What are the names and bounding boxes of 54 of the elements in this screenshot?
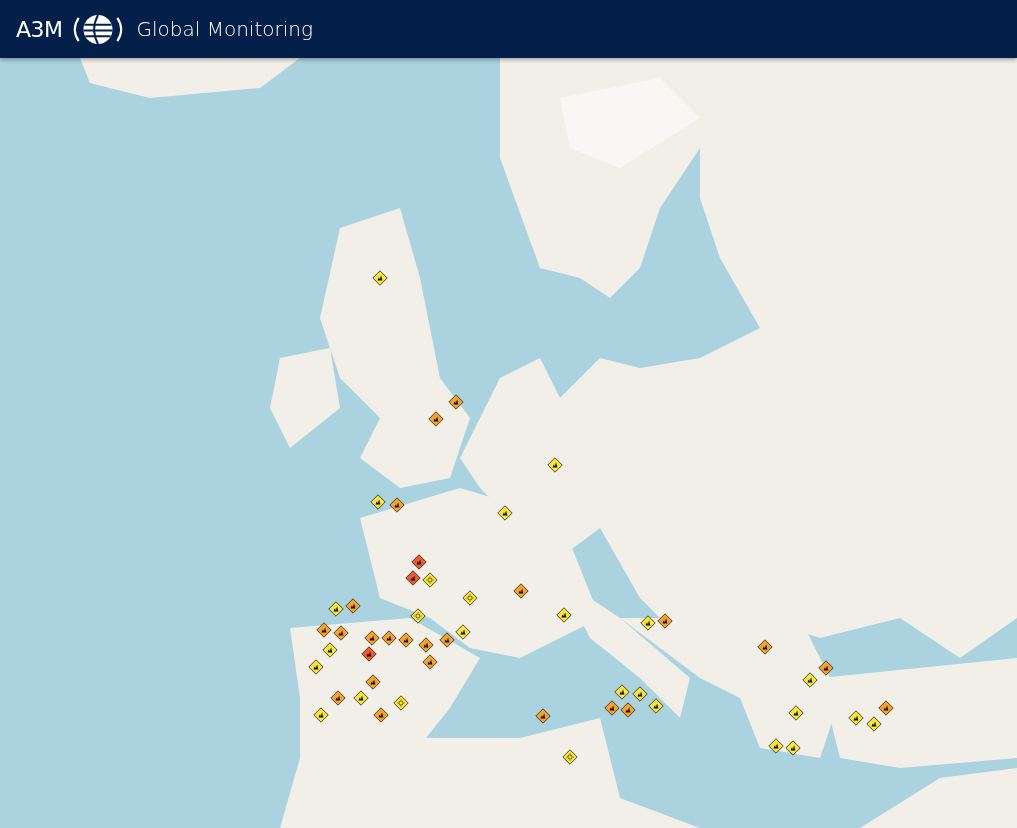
fire-warning-icon[interactable] [757, 639, 773, 655]
fire-warning-icon[interactable] [330, 690, 346, 706]
fire-warning-icon[interactable] [632, 686, 648, 702]
fire-warning-icon[interactable] [866, 716, 882, 732]
fire-warning-icon[interactable] [788, 705, 804, 721]
fire-warning-icon[interactable] [316, 622, 332, 638]
fire-warning-icon[interactable] [768, 738, 784, 754]
sun-warning-icon[interactable] [562, 749, 578, 765]
fire-warning-icon[interactable] [353, 690, 369, 706]
fire-warning-icon[interactable] [328, 601, 344, 617]
fire-warning-icon[interactable] [373, 707, 389, 723]
app-title: Global Monitoring [136, 17, 313, 41]
fire-warning-icon[interactable] [802, 672, 818, 688]
fire-warning-icon[interactable] [364, 630, 380, 646]
brand-logo: A3M [16, 16, 63, 42]
fire-warning-icon[interactable] [455, 624, 471, 640]
fire-warning-icon[interactable] [848, 710, 864, 726]
fire-warning-icon[interactable] [439, 632, 455, 648]
fire-warning-icon[interactable] [785, 740, 801, 756]
fire-warning-icon[interactable] [333, 625, 349, 641]
fire-warning-icon[interactable] [513, 583, 529, 599]
fire-warning-icon[interactable] [418, 637, 434, 653]
fire-warning-icon[interactable] [620, 702, 636, 718]
fire-warning-icon[interactable] [361, 646, 377, 662]
sun-warning-icon[interactable] [462, 590, 478, 606]
fire-warning-icon[interactable] [604, 700, 620, 716]
fire-warning-icon[interactable] [313, 707, 329, 723]
fire-warning-icon[interactable] [365, 674, 381, 690]
fire-warning-icon[interactable] [818, 660, 834, 676]
fire-warning-icon[interactable] [640, 615, 656, 631]
fire-warning-icon[interactable] [428, 411, 444, 427]
fire-warning-icon[interactable] [370, 494, 386, 510]
sun-warning-icon[interactable] [393, 695, 409, 711]
fire-warning-icon[interactable] [381, 630, 397, 646]
fire-warning-icon[interactable] [657, 613, 673, 629]
fire-warning-icon[interactable] [448, 394, 464, 410]
fire-warning-icon[interactable] [535, 708, 551, 724]
fire-warning-icon[interactable] [878, 700, 894, 716]
fire-warning-icon[interactable] [422, 654, 438, 670]
fire-warning-icon[interactable] [411, 554, 427, 570]
fire-warning-icon[interactable] [372, 270, 388, 286]
fire-warning-icon[interactable] [614, 684, 630, 700]
fire-warning-icon[interactable] [398, 632, 414, 648]
fire-warning-icon[interactable] [547, 457, 563, 473]
fire-warning-icon[interactable] [648, 698, 664, 714]
fire-warning-icon[interactable] [345, 598, 361, 614]
fire-warning-icon[interactable] [556, 607, 572, 623]
sun-warning-icon[interactable] [422, 572, 438, 588]
sun-warning-icon[interactable] [410, 608, 426, 624]
fire-warning-icon[interactable] [389, 497, 405, 513]
fire-warning-icon[interactable] [497, 505, 513, 521]
fire-warning-icon[interactable] [322, 642, 338, 658]
fire-warning-icon[interactable] [405, 570, 421, 586]
fire-warning-icon[interactable] [308, 659, 324, 675]
